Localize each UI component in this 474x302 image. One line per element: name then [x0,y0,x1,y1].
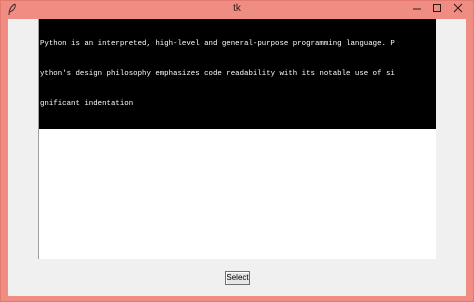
select-button[interactable]: Select [225,271,250,285]
text-line: ython's design philosophy emphasizes cod… [40,70,395,78]
text-line: Python is an interpreted, high-level and… [40,40,395,48]
maximize-button[interactable] [426,1,448,17]
maximize-icon [432,0,442,18]
close-button[interactable] [447,1,469,17]
minimize-icon [412,0,422,18]
selected-text[interactable]: Python is an interpreted, high-level and… [39,19,436,129]
text-area[interactable]: Python is an interpreted, high-level and… [38,19,436,259]
minimize-button[interactable] [406,1,428,17]
window-client-area: Python is an interpreted, high-level and… [8,19,466,296]
title-bar[interactable]: tk [1,1,473,19]
app-window: tk Python is an interpreted, high-level … [0,0,474,302]
close-icon [453,0,463,18]
text-line: gnificant indentation [40,100,134,108]
window-title: tk [233,3,241,14]
